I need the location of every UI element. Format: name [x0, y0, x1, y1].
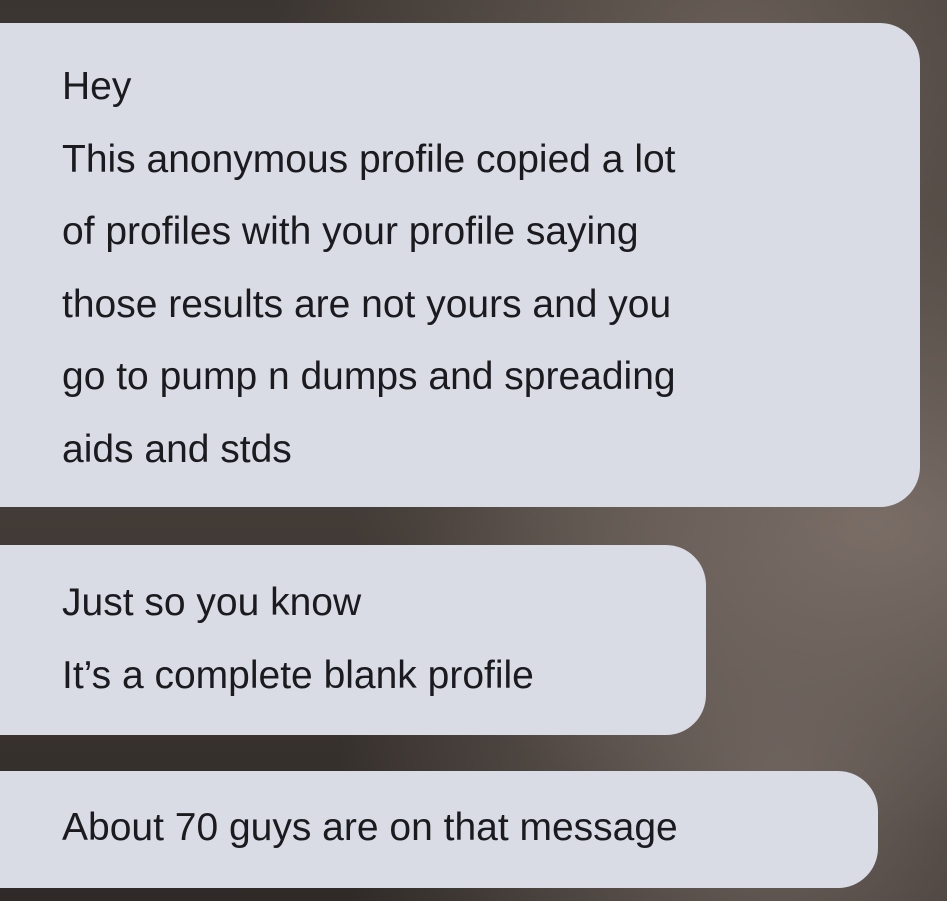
message-thread[interactable]: Hey This anonymous profile copied a lot …	[0, 0, 947, 901]
message-text-line: of profiles with your profile saying	[62, 210, 639, 253]
received-message-bubble[interactable]: Hey This anonymous profile copied a lot …	[0, 23, 920, 507]
message-text-line: This anonymous profile copied a lot	[62, 137, 676, 181]
message-text-line: It’s a complete blank profile	[62, 653, 534, 697]
received-message-bubble[interactable]: About 70 guys are on that message	[0, 771, 878, 888]
message-text-line: Just so you know	[62, 581, 362, 624]
chat-screen: { "conversation": { "messages": [ { "lin…	[0, 0, 947, 901]
message-text-line: About 70 guys are on that message	[62, 806, 678, 849]
received-message-bubble[interactable]: Just so you know It’s a complete blank p…	[0, 545, 706, 735]
message-text-line: aids and stds	[62, 427, 292, 471]
message-text-line: those results are not yours and you	[62, 282, 672, 326]
message-text-line: Hey	[62, 65, 132, 108]
message-text-line: go to pump n dumps and spreading	[62, 355, 676, 398]
